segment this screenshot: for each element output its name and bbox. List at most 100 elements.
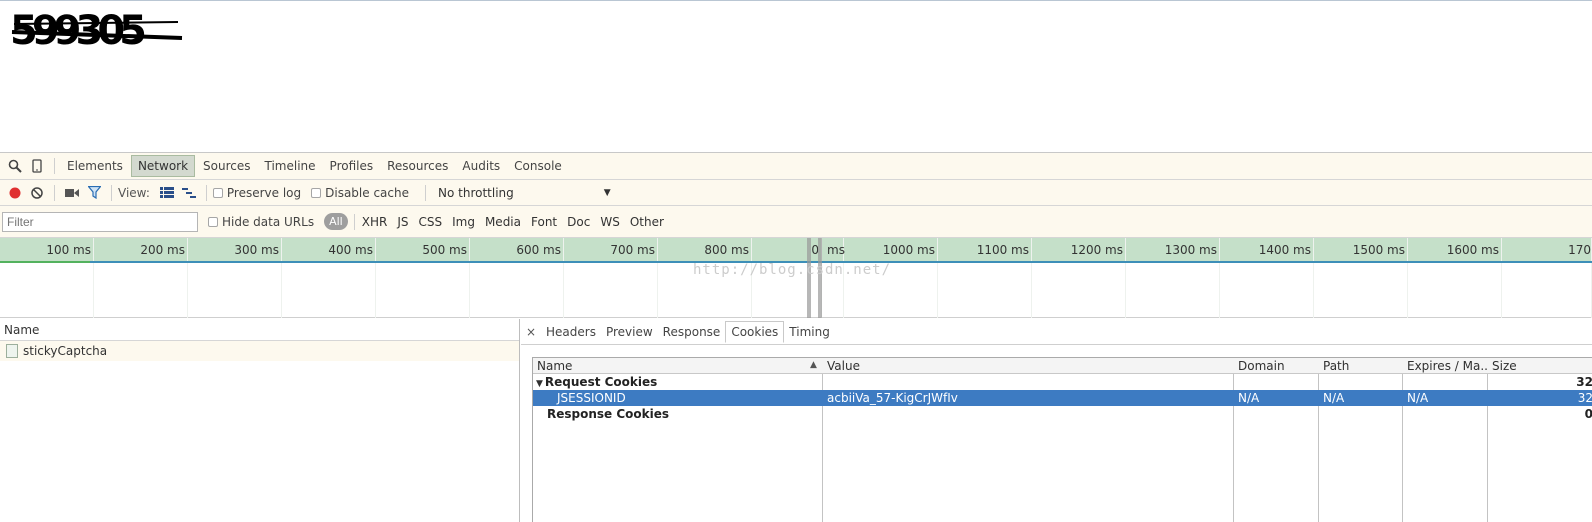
timeline-tick: 1300 ms [1126, 238, 1220, 318]
network-toolbar: View: Preserve log Disable cache No thro… [0, 180, 1592, 206]
tick-label: 1400 ms [1258, 243, 1311, 257]
tick-label: ms [827, 243, 845, 257]
cookies-header-row: Name ▲ Value Domain Path Expires / Ma...… [533, 358, 1592, 374]
filter-input[interactable] [2, 211, 198, 232]
close-icon[interactable]: × [521, 325, 541, 339]
tab-network[interactable]: Network [130, 155, 196, 177]
hide-data-urls-checkbox[interactable]: Hide data URLs [208, 215, 314, 229]
disable-cache-checkbox[interactable]: Disable cache [311, 186, 409, 200]
column-header-label: Name [537, 359, 573, 373]
group-label: Request Cookies [544, 375, 658, 389]
column-header-size[interactable]: Size [1488, 358, 1592, 374]
type-filter-js[interactable]: JS [392, 215, 413, 229]
throttling-select[interactable]: No throttling ▼ [438, 186, 611, 200]
tab-audits[interactable]: Audits [456, 156, 506, 176]
tick-label: 800 ms [704, 243, 749, 257]
triangle-down-icon: ▼ [536, 379, 543, 389]
tick-label: 1500 ms [1352, 243, 1405, 257]
type-filter-font[interactable]: Font [526, 215, 562, 229]
timeline-tick: 400 ms [282, 238, 376, 318]
timeline-tick: 800 ms [658, 238, 752, 318]
timeline-tick: 200 ms [94, 238, 188, 318]
timeline-tick: 1200 ms [1032, 238, 1126, 318]
cookie-domain: N/A [1238, 391, 1260, 405]
clear-icon[interactable] [26, 182, 48, 204]
capture-screenshots-icon[interactable] [61, 182, 83, 204]
column-header-expires[interactable]: Expires / Ma... [1403, 358, 1487, 374]
separator [111, 184, 112, 201]
request-list: Name stickyCaptcha [0, 319, 520, 522]
tick-label: 200 ms [140, 243, 185, 257]
dropdown-arrow-icon: ▼ [603, 187, 611, 198]
request-name: stickyCaptcha [23, 344, 108, 358]
preserve-log-checkbox[interactable]: Preserve log [212, 185, 302, 200]
tab-profiles[interactable]: Profiles [324, 156, 380, 176]
tab-headers[interactable]: Headers [541, 322, 601, 342]
preserve-log-label: Preserve log [226, 185, 302, 200]
cookie-value: acbiiVa_57-KigCrJWfIv [827, 391, 958, 405]
tab-response[interactable]: Response [658, 322, 726, 342]
device-mode-icon[interactable] [26, 155, 48, 177]
cookie-row-selected[interactable]: JSESSIONID acbiiVa_57-KigCrJWfIv N/A N/A… [533, 390, 1592, 406]
tab-preview[interactable]: Preview [601, 322, 658, 342]
column-header-domain[interactable]: Domain [1234, 358, 1318, 374]
tick-label: 1300 ms [1164, 243, 1217, 257]
timeline-tick: 0 [752, 238, 822, 318]
separator [54, 158, 55, 174]
large-rows-icon[interactable] [156, 182, 178, 204]
type-filter-css[interactable]: CSS [413, 215, 447, 229]
filter-icon[interactable] [83, 182, 105, 204]
type-filter-all[interactable]: All [324, 213, 348, 230]
type-filter-ws[interactable]: WS [595, 215, 624, 229]
timeline-overview[interactable]: 100 ms 200 ms 300 ms 400 ms 500 ms 600 m… [0, 238, 1592, 318]
separator [54, 184, 55, 201]
timeline-tick: 170 [1502, 238, 1592, 318]
timeline-tick: 700 ms [564, 238, 658, 318]
column-header-path[interactable]: Path [1319, 358, 1402, 374]
search-icon[interactable] [4, 155, 26, 177]
column-header-name[interactable]: Name [533, 358, 822, 374]
response-cookies-group-row[interactable]: Response Cookies 0 [533, 406, 1592, 422]
checkbox-box[interactable] [212, 187, 223, 198]
tab-elements[interactable]: Elements [61, 156, 129, 176]
name-column-header[interactable]: Name [0, 319, 519, 341]
tab-resources[interactable]: Resources [381, 156, 454, 176]
type-filter-other[interactable]: Other [625, 215, 669, 229]
overview-icon[interactable] [178, 182, 200, 204]
devtools-panel: Elements Network Sources Timeline Profil… [0, 152, 1592, 522]
tick-label: 1600 ms [1446, 243, 1499, 257]
tick-label: 1000 ms [882, 243, 935, 257]
separator [353, 213, 355, 230]
tab-timing[interactable]: Timing [784, 322, 835, 342]
timeline-tick: 1100 ms [938, 238, 1032, 318]
checkbox-box[interactable] [208, 216, 218, 227]
timeline-tick: 600 ms [470, 238, 564, 318]
details-tabs: × Headers Preview Response Cookies Timin… [521, 319, 1592, 345]
disable-cache-label: Disable cache [325, 185, 409, 200]
timeline-tick: 1500 ms [1314, 238, 1408, 318]
column-header-value[interactable]: Value [823, 358, 1233, 374]
tab-cookies[interactable]: Cookies [725, 320, 785, 343]
checkbox-box[interactable] [311, 187, 322, 198]
type-filter-media[interactable]: Media [480, 215, 526, 229]
devtools-main-toolbar: Elements Network Sources Timeline Profil… [0, 153, 1592, 180]
tab-timeline[interactable]: Timeline [259, 156, 322, 176]
timeline-right-handle[interactable] [818, 238, 822, 318]
sort-ascending-icon: ▲ [810, 360, 817, 370]
request-cookies-group-row[interactable]: ▼ Request Cookies 32 [533, 374, 1592, 390]
tab-sources[interactable]: Sources [197, 156, 256, 176]
timeline-tick: 1600 ms [1408, 238, 1502, 318]
record-icon[interactable] [4, 182, 26, 204]
tick-label: 300 ms [234, 243, 279, 257]
timeline-left-handle[interactable] [807, 238, 811, 318]
request-row[interactable]: stickyCaptcha [0, 341, 519, 361]
tab-console[interactable]: Console [508, 156, 568, 176]
tick-label: 1100 ms [976, 243, 1029, 257]
timeline-tick: 500 ms [376, 238, 470, 318]
type-filter-img[interactable]: Img [447, 215, 480, 229]
group-cell: ▼ Request Cookies [533, 374, 822, 390]
type-filter-doc[interactable]: Doc [562, 215, 595, 229]
type-filter-xhr[interactable]: XHR [357, 215, 393, 229]
group-size: 0 [1584, 407, 1592, 421]
top-border [0, 0, 1592, 1]
